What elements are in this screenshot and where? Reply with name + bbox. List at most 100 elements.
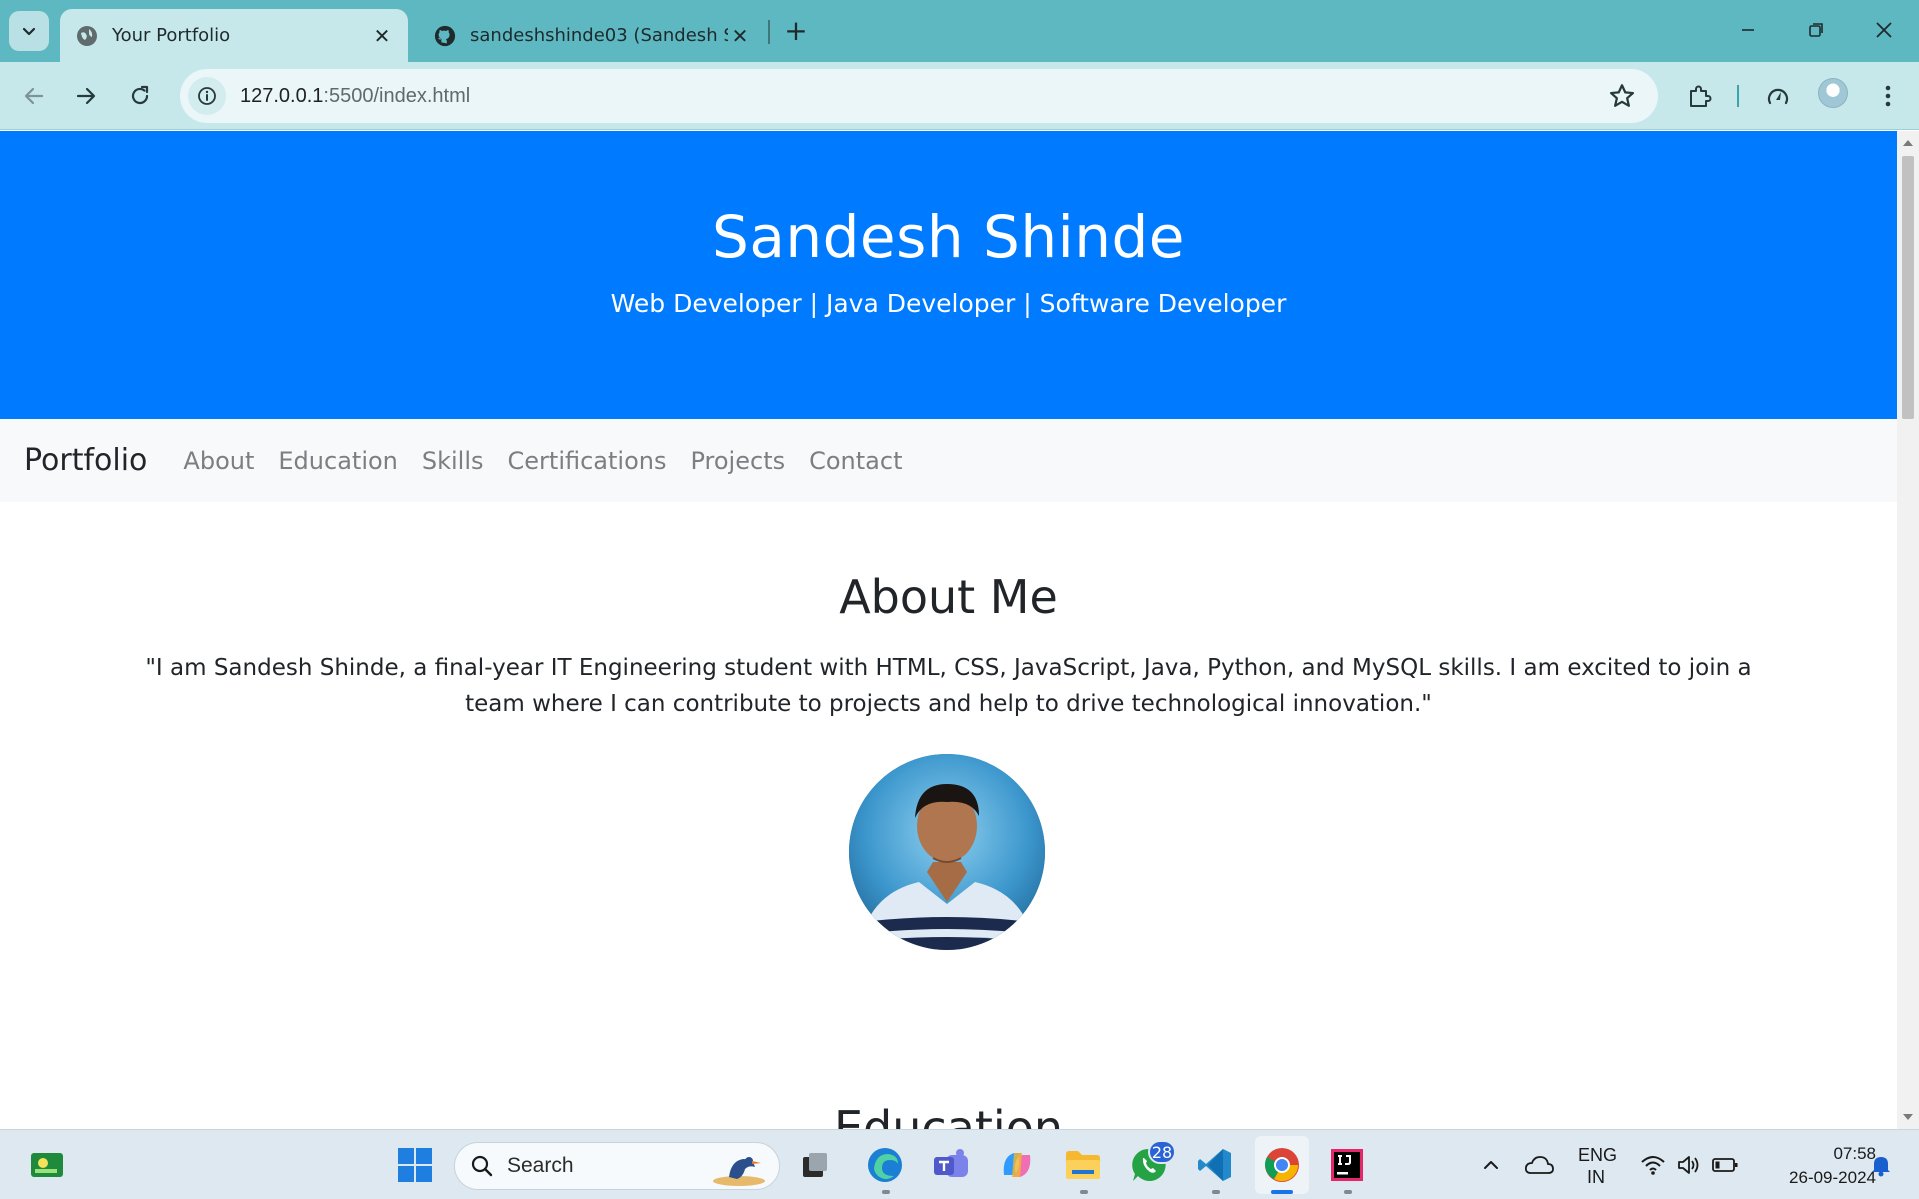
close-icon: [1876, 22, 1892, 38]
nav-link-projects[interactable]: Projects: [690, 447, 785, 475]
taskbar-intellij[interactable]: [1324, 1142, 1370, 1188]
nav-link-skills[interactable]: Skills: [422, 447, 484, 475]
tab-github[interactable]: sandeshshinde03 (Sandesh Shinde) ✕: [418, 9, 766, 62]
taskbar-vscode[interactable]: [1192, 1142, 1238, 1188]
nav-link-contact[interactable]: Contact: [809, 447, 902, 475]
close-tab-icon[interactable]: ✕: [728, 24, 752, 48]
taskbar-file-explorer[interactable]: [1060, 1142, 1106, 1188]
reload-button[interactable]: [120, 76, 160, 116]
nav-link-about[interactable]: About: [183, 447, 254, 475]
tab-title: sandeshshinde03 (Sandesh Shinde): [470, 25, 728, 46]
taskbar: Search 28 ENG IN 07:58 26-09-2024: [0, 1129, 1919, 1199]
url-path: :5500/index.html: [323, 84, 471, 107]
intellij-icon: [1331, 1149, 1363, 1181]
profile-avatar[interactable]: [1818, 78, 1848, 108]
puzzle-icon: [1690, 85, 1712, 107]
hero-tagline: Web Developer | Java Developer | Softwar…: [610, 289, 1287, 318]
navbar-brand[interactable]: Portfolio: [24, 443, 147, 478]
search-highlight-bird-icon: [713, 1157, 765, 1186]
chrome-running-indicator: [1271, 1190, 1293, 1194]
region-code: IN: [1587, 1167, 1605, 1187]
tab-title: Your Portfolio: [112, 25, 231, 46]
taskbar-search[interactable]: Search: [454, 1142, 780, 1190]
scroll-up-arrow[interactable]: [1903, 140, 1913, 146]
search-label: Search: [507, 1154, 574, 1177]
search-icon: [471, 1155, 493, 1177]
tab-strip: Your Portfolio ✕ sandeshshinde03 (Sandes…: [0, 0, 1919, 62]
back-button[interactable]: [14, 76, 54, 116]
reload-icon: [131, 85, 149, 105]
info-icon: [198, 87, 216, 105]
widgets-button[interactable]: [24, 1142, 70, 1188]
forward-button[interactable]: [66, 76, 106, 116]
scroll-down-arrow[interactable]: [1903, 1114, 1913, 1120]
whatsapp-unread-badge: 28: [1148, 1140, 1176, 1164]
task-view-button[interactable]: [792, 1142, 838, 1188]
battery-button[interactable]: [1702, 1142, 1748, 1188]
taskbar-copilot[interactable]: [994, 1142, 1040, 1188]
browser-menu-button[interactable]: [1872, 80, 1904, 112]
restore-button[interactable]: [1786, 10, 1846, 50]
onedrive-button[interactable]: [1516, 1142, 1562, 1188]
address-bar[interactable]: 127.0.0.1:5500/index.html: [180, 69, 1658, 123]
hero-banner: Sandesh Shinde Web Developer | Java Deve…: [0, 131, 1897, 419]
bookmark-star-icon[interactable]: [1608, 82, 1636, 110]
tab-search-button[interactable]: [9, 11, 49, 51]
profile-photo-illustration: [849, 754, 1045, 950]
notifications-button[interactable]: [1858, 1142, 1904, 1188]
arrow-right-icon: [76, 87, 96, 105]
task-view-icon: [803, 1153, 827, 1177]
nav-link-certifications[interactable]: Certifications: [508, 447, 667, 475]
minimize-button[interactable]: [1718, 10, 1778, 50]
scrollbar-thumb[interactable]: [1902, 156, 1914, 419]
taskbar-edge[interactable]: [862, 1142, 908, 1188]
copilot-icon: [1003, 1153, 1031, 1177]
performance-button[interactable]: [1762, 80, 1794, 112]
arrow-left-icon: [24, 87, 44, 105]
extensions-button[interactable]: [1684, 80, 1716, 112]
page-scrollbar[interactable]: [1897, 131, 1919, 1129]
wifi-icon: [1641, 1156, 1665, 1175]
chrome-icon: [1265, 1148, 1299, 1182]
chevron-down-icon: [22, 27, 36, 36]
close-window-button[interactable]: [1854, 10, 1914, 50]
taskbar-chrome[interactable]: [1259, 1142, 1305, 1188]
explorer-running-indicator: [1080, 1190, 1088, 1194]
new-tab-button[interactable]: +: [780, 14, 812, 47]
github-icon: [434, 25, 456, 46]
site-info-button[interactable]: [188, 77, 226, 115]
nav-link-education[interactable]: Education: [278, 447, 397, 475]
about-section: About Me "I am Sandesh Shinde, a final-y…: [0, 502, 1897, 722]
kebab-menu-icon: [1885, 85, 1891, 107]
intellij-running-indicator: [1344, 1190, 1352, 1194]
edge-running-indicator: [882, 1190, 890, 1194]
cloud-icon: [1524, 1156, 1554, 1174]
hero-name: Sandesh Shinde: [712, 203, 1185, 271]
site-navbar: Portfolio About Education Skills Certifi…: [0, 419, 1897, 502]
show-hidden-icons-button[interactable]: [1468, 1142, 1514, 1188]
chevron-up-icon: [1484, 1161, 1498, 1169]
browser-toolbar: 127.0.0.1:5500/index.html: [0, 62, 1919, 130]
minimize-icon: [1742, 29, 1754, 31]
vscode-icon: [1198, 1149, 1231, 1181]
url-text: 127.0.0.1:5500/index.html: [240, 85, 470, 108]
bell-icon: [1872, 1157, 1890, 1177]
tab-your-portfolio[interactable]: Your Portfolio ✕: [60, 9, 408, 62]
edge-icon: [868, 1148, 902, 1182]
vscode-running-indicator: [1212, 1190, 1220, 1194]
url-host: 127.0.0.1: [240, 84, 324, 107]
close-tab-icon[interactable]: ✕: [370, 24, 394, 48]
page-viewport: Sandesh Shinde Web Developer | Java Deve…: [0, 131, 1897, 1129]
profile-photo: [849, 754, 1045, 950]
taskbar-teams[interactable]: [928, 1142, 974, 1188]
folder-icon: [1066, 1151, 1100, 1179]
toolbar-divider: [1737, 85, 1739, 107]
teams-icon: [934, 1149, 968, 1177]
stock-widget-icon: [31, 1153, 63, 1177]
language-indicator[interactable]: ENG IN: [1578, 1144, 1617, 1188]
speaker-icon: [1678, 1156, 1699, 1174]
globe-icon: [77, 25, 97, 46]
start-button[interactable]: [392, 1142, 438, 1188]
about-text: "I am Sandesh Shinde, a final-year IT En…: [145, 655, 1752, 717]
speedometer-leaf-icon: [1767, 88, 1789, 105]
